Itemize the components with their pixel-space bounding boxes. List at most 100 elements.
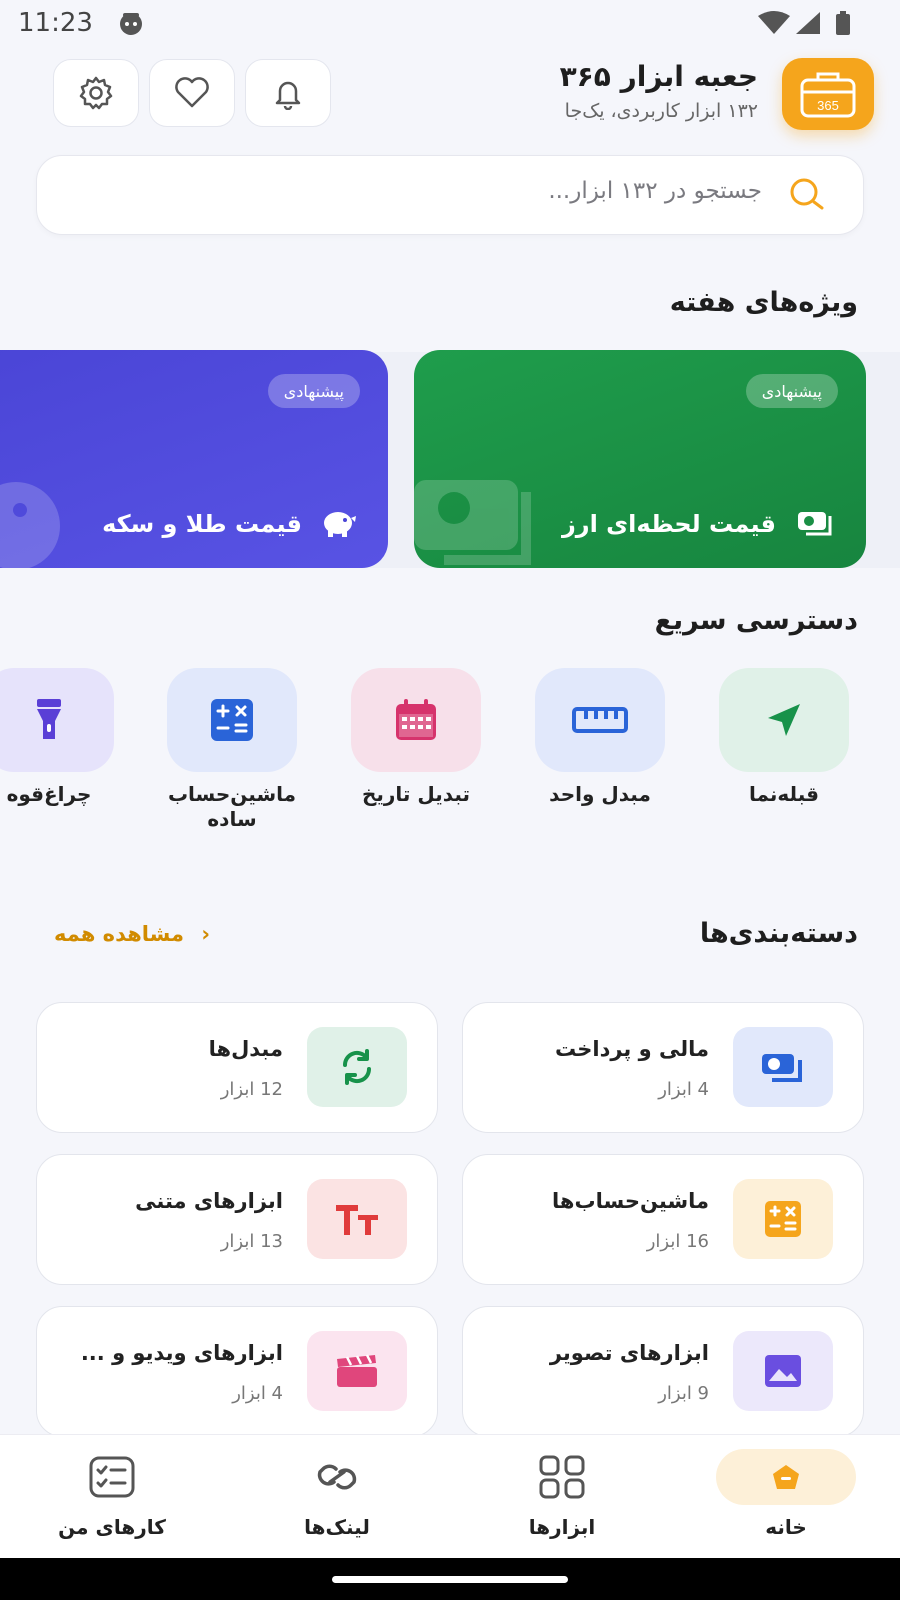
categories-title: دسته‌بندی‌ها <box>699 918 858 949</box>
calculator-icon <box>211 699 253 741</box>
text-size-icon <box>336 1205 378 1235</box>
category-card-finance[interactable]: مالی و پرداخت 4 ابزار <box>462 1002 864 1133</box>
category-name: ابزارهای متنی <box>135 1189 283 1213</box>
search-placeholder: جستجو در ۱۳۲ ابزار... <box>548 178 762 204</box>
nav-pill <box>42 1449 182 1505</box>
category-icon-tile <box>733 1027 833 1107</box>
promo-badge: پیشنهادی <box>745 374 838 408</box>
status-bar: 11:23 <box>0 0 900 50</box>
calculator-icon <box>765 1201 801 1237</box>
gear-icon <box>79 76 113 110</box>
money-icon <box>798 512 832 536</box>
money-icon <box>762 1054 802 1082</box>
category-name: ابزارهای ویدیو و ... <box>80 1341 283 1365</box>
quick-item-simple-calculator[interactable]: ماشین‌حساب ساده <box>167 668 297 832</box>
money-watermark-icon <box>414 480 531 565</box>
nav-pill <box>716 1449 856 1505</box>
piggy-bank-watermark-icon <box>0 482 60 568</box>
nav-pill <box>267 1449 407 1505</box>
nav-label: ابزارها <box>528 1515 596 1539</box>
wifi-icon <box>758 11 790 34</box>
category-count: 4 ابزار <box>658 1079 709 1100</box>
quick-access-title: دسترسی سریع <box>654 605 858 636</box>
category-name: ابزارهای تصویر <box>549 1341 709 1365</box>
flashlight-icon <box>37 699 61 739</box>
category-card-converters[interactable]: مبدل‌ها 12 ابزار <box>36 1002 438 1133</box>
quick-tile <box>719 668 849 772</box>
bell-icon <box>275 81 301 110</box>
promo-card-currency[interactable]: پیشنهادی قیمت لحظه‌ای ارز <box>414 350 866 568</box>
promo-badge: پیشنهادی <box>267 374 360 408</box>
category-icon-tile <box>733 1179 833 1259</box>
battery-icon <box>836 14 850 35</box>
status-icons <box>758 11 850 35</box>
favorites-button[interactable] <box>149 59 235 127</box>
see-all-label: مشاهده همه <box>54 922 185 946</box>
navigation-arrow-icon <box>768 704 800 736</box>
quick-label: ماشین‌حساب ساده <box>167 782 297 831</box>
category-count: 9 ابزار <box>658 1383 709 1404</box>
category-count: 13 ابزار <box>220 1231 283 1252</box>
nav-item-home[interactable]: خانه <box>696 1449 876 1539</box>
category-count: 4 ابزار <box>232 1383 283 1404</box>
quick-label: چراغ‌قوه <box>6 782 92 806</box>
bottom-navigation: خانه ابزارها لینک‌ها <box>0 1434 900 1558</box>
category-card-text-tools[interactable]: ابزارهای متنی 13 ابزار <box>36 1154 438 1285</box>
signal-icon <box>796 12 820 34</box>
search-icon <box>790 178 824 210</box>
promo-label: قیمت لحظه‌ای ارز <box>561 510 776 538</box>
quick-label: قبله‌نما <box>749 782 819 806</box>
checklist-icon <box>89 1456 135 1498</box>
category-name: ماشین‌حساب‌ها <box>552 1189 709 1213</box>
category-count: 16 ابزار <box>646 1231 709 1252</box>
clapperboard-icon <box>337 1354 377 1387</box>
home-icon <box>773 1465 799 1489</box>
quick-item-date-converter[interactable]: تبدیل تاریخ <box>351 668 481 807</box>
nav-item-tools[interactable]: ابزارها <box>472 1449 652 1539</box>
app-subtitle: ۱۳۲ ابزار کاربردی، یک‌جا <box>564 100 758 122</box>
category-name: مالی و پرداخت <box>555 1037 709 1061</box>
category-icon-tile <box>307 1331 407 1411</box>
category-count: 12 ابزار <box>220 1079 283 1100</box>
nav-item-my-tasks[interactable]: کارهای من <box>22 1449 202 1539</box>
quick-label: مبدل واحد <box>549 782 651 806</box>
quick-item-flashlight[interactable]: چراغ‌قوه <box>0 668 114 807</box>
calendar-icon <box>396 699 436 740</box>
gesture-handle[interactable] <box>332 1576 568 1583</box>
piggy-bank-icon <box>324 512 356 537</box>
quick-item-unit-converter[interactable]: مبدل واحد <box>535 668 665 807</box>
svg-text:365: 365 <box>817 98 839 113</box>
app-title: جعبه ابزار ۳۶۵ <box>559 60 758 93</box>
nav-label: خانه <box>765 1515 807 1539</box>
nav-item-links[interactable]: لینک‌ها <box>247 1449 427 1539</box>
grid-icon <box>539 1455 585 1499</box>
quick-tile <box>535 668 665 772</box>
promo-label: قیمت طلا و سکه <box>102 510 302 538</box>
refresh-icon <box>342 1049 372 1085</box>
chevron-left-icon: ‹ <box>201 922 210 946</box>
notifications-button[interactable] <box>245 59 331 127</box>
heart-icon <box>175 77 209 108</box>
quick-tile <box>167 668 297 772</box>
promo-card-gold[interactable]: پیشنهادی قیمت طلا و سکه <box>0 350 388 568</box>
toolbox-icon: 365 <box>800 72 856 118</box>
ruler-icon <box>572 707 628 733</box>
quick-tile <box>351 668 481 772</box>
weekly-section-title: ویژه‌های هفته <box>669 287 858 318</box>
category-card-video-tools[interactable]: ابزارهای ویدیو و ... 4 ابزار <box>36 1306 438 1437</box>
see-all-link[interactable]: ‹ مشاهده همه <box>54 922 210 946</box>
settings-button[interactable] <box>53 59 139 127</box>
category-icon-tile <box>307 1179 407 1259</box>
app-logo: 365 <box>782 58 874 130</box>
image-icon <box>765 1355 801 1387</box>
nav-pill <box>492 1449 632 1505</box>
quick-tile <box>0 668 114 772</box>
category-icon-tile <box>733 1331 833 1411</box>
link-icon <box>317 1464 357 1490</box>
category-card-image-tools[interactable]: ابزارهای تصویر 9 ابزار <box>462 1306 864 1437</box>
android-notification-icon <box>120 13 142 35</box>
category-card-calculators[interactable]: ماشین‌حساب‌ها 16 ابزار <box>462 1154 864 1285</box>
quick-item-qibla[interactable]: قبله‌نما <box>719 668 849 807</box>
category-icon-tile <box>307 1027 407 1107</box>
status-time: 11:23 <box>18 8 93 38</box>
